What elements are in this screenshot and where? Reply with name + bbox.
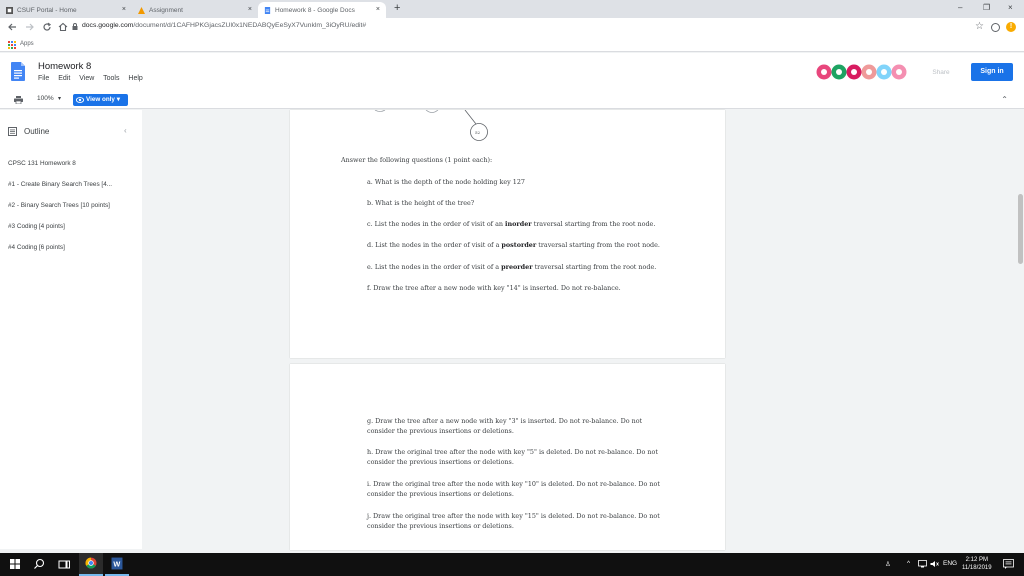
eye-icon [76, 97, 84, 103]
notifications-icon[interactable] [1003, 559, 1014, 569]
docs-toolbar: 100% ▾ View only ▾ ⌃ [0, 91, 1024, 109]
outline-icon [8, 127, 17, 136]
browser-tab-strip: CSUF Portal - Home × Assignment × Homewo… [0, 0, 1024, 18]
menu-file[interactable]: File [38, 75, 49, 82]
url-field[interactable]: docs.google.com/document/d/1CAFHPKGjacsZ… [82, 22, 366, 29]
sign-in-button[interactable]: Sign in [971, 63, 1013, 81]
view-only-button[interactable]: View only ▾ [73, 94, 128, 106]
outline-item[interactable]: #1 - Create Binary Search Trees [4... [8, 181, 138, 188]
tab-title: Homework 8 - Google Docs [275, 6, 355, 14]
document-page: g. Draw the tree after a new node with k… [290, 364, 725, 550]
question-e: e. List the nodes in the order of visit … [367, 263, 657, 271]
people-icon[interactable]: ♙ [885, 560, 891, 568]
tab-homework-8[interactable]: Homework 8 - Google Docs × [258, 2, 386, 18]
collapse-header-icon[interactable]: ⌃ [1001, 95, 1008, 104]
minimize-button[interactable]: – [958, 3, 962, 12]
document-page: 52 Answer the following questions (1 poi… [290, 110, 725, 358]
outline-title: Outline [24, 127, 50, 136]
url-path: /document/d/1CAFHPKGjacsZUl0x1NEDABQyEeS… [133, 22, 367, 29]
svg-text:W: W [113, 560, 120, 569]
word-taskbar-icon[interactable]: W [105, 553, 129, 576]
taskbar-clock[interactable]: 2:12 PM 11/18/2019 [962, 556, 992, 572]
apps-grid-icon[interactable] [8, 41, 16, 49]
windows-start-icon[interactable] [3, 553, 27, 576]
chevron-down-icon: ▾ [116, 96, 120, 103]
question-g: g. Draw the tree after a new node with k… [367, 417, 643, 435]
speaker-icon[interactable] [930, 560, 939, 568]
tree-node-label: 52 [475, 130, 481, 135]
google-docs-favicon-icon [264, 6, 271, 14]
tab-title: Assignment [149, 6, 183, 14]
question-f: f. Draw the tree after a new node with k… [367, 284, 621, 292]
questions-intro: Answer the following questions (1 point … [341, 156, 493, 164]
outline-item[interactable]: #2 - Binary Search Trees [10 points] [8, 202, 138, 209]
anonymous-viewers-avatars[interactable] [816, 64, 910, 80]
clock-date: 11/18/2019 [962, 565, 992, 571]
url-host: docs.google.com [82, 22, 134, 29]
close-tab-icon[interactable]: × [376, 6, 380, 13]
home-icon[interactable] [58, 22, 68, 32]
back-arrow-icon[interactable] [7, 22, 17, 32]
search-icon[interactable] [27, 553, 51, 576]
bookmarks-bar: Apps [0, 38, 1024, 52]
question-j: j. Draw the original tree after the node… [367, 512, 660, 530]
document-outline-panel: Outline ‹ CPSC 131 Homework 8 #1 - Creat… [0, 110, 142, 549]
alert-icon[interactable]: ! [1006, 22, 1016, 32]
assignment-favicon-icon [138, 6, 145, 14]
docs-header: Homework 8 File Edit View Tools Help Sha… [0, 53, 1024, 91]
scrollbar-thumb[interactable] [1018, 194, 1023, 264]
outline-item[interactable]: #4 Coding [6 points] [8, 244, 138, 251]
question-c: c. List the nodes in the order of visit … [367, 220, 656, 228]
document-scrollbar[interactable] [1016, 110, 1024, 549]
close-window-button[interactable]: × [1008, 3, 1013, 12]
tree-diagram-fragment [374, 110, 488, 141]
chevron-up-icon[interactable]: ^ [907, 560, 910, 567]
question-b: b. What is the height of the tree? [367, 199, 475, 207]
apps-bookmark[interactable]: Apps [20, 41, 34, 47]
zoom-select[interactable]: 100% [37, 95, 54, 102]
chrome-taskbar-icon[interactable] [79, 553, 103, 576]
restore-button[interactable]: ❐ [983, 3, 990, 12]
tab-title: CSUF Portal - Home [17, 6, 77, 14]
csuf-favicon-icon [6, 6, 13, 14]
close-tab-icon[interactable]: × [248, 6, 252, 13]
language-indicator[interactable]: ENG [943, 560, 957, 567]
lock-icon[interactable] [72, 23, 78, 30]
question-d: d. List the nodes in the order of visit … [367, 241, 660, 249]
question-i: i. Draw the original tree after the node… [367, 480, 660, 498]
outline-item[interactable]: CPSC 131 Homework 8 [8, 160, 138, 167]
address-bar-row: docs.google.com/document/d/1CAFHPKGjacsZ… [0, 18, 1024, 38]
account-icon[interactable] [991, 23, 1000, 32]
clock-time: 2:12 PM [965, 557, 988, 563]
tab-csuf-portal[interactable]: CSUF Portal - Home × [0, 2, 132, 18]
forward-arrow-icon[interactable] [25, 22, 35, 32]
menu-help[interactable]: Help [128, 75, 142, 82]
document-title[interactable]: Homework 8 [38, 61, 91, 72]
menu-bar: File Edit View Tools Help [38, 75, 150, 82]
task-view-icon[interactable] [52, 553, 76, 576]
new-tab-button[interactable]: + [394, 2, 400, 14]
outline-item[interactable]: #3 Coding [4 points] [8, 223, 138, 230]
print-icon[interactable] [14, 96, 23, 104]
menu-view[interactable]: View [79, 75, 94, 82]
question-a: a. What is the depth of the node holding… [367, 178, 525, 186]
close-outline-icon[interactable]: ‹ [124, 126, 127, 135]
menu-tools[interactable]: Tools [103, 75, 119, 82]
tab-assignment[interactable]: Assignment × [132, 2, 258, 18]
bookmark-star-icon[interactable]: ☆ [975, 21, 984, 32]
menu-edit[interactable]: Edit [58, 75, 70, 82]
reload-icon[interactable] [42, 22, 52, 32]
google-docs-logo-icon[interactable] [11, 62, 25, 81]
view-only-label: View only [86, 96, 115, 103]
question-h: h. Draw the original tree after the node… [367, 448, 658, 466]
windows-taskbar: W ♙ ^ ENG 2:12 PM 11/18/2019 [0, 553, 1024, 576]
chevron-down-icon[interactable]: ▾ [58, 95, 61, 102]
share-button[interactable]: Share [918, 65, 964, 81]
network-icon[interactable] [918, 560, 927, 568]
close-tab-icon[interactable]: × [122, 6, 126, 13]
